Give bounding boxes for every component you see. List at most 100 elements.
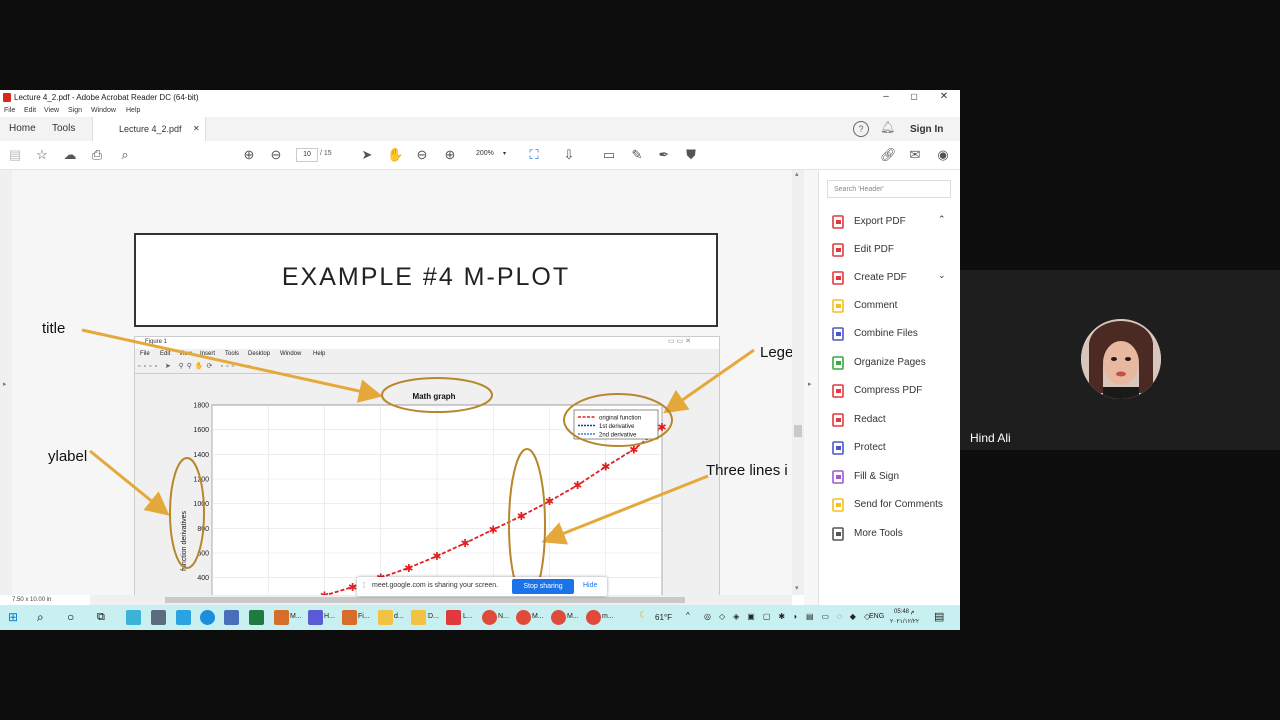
sign-in-button[interactable]: Sign In — [910, 124, 943, 135]
close-window-button[interactable]: ✕ — [930, 91, 958, 104]
drag-handle-icon[interactable]: ⁞ — [363, 581, 365, 590]
menu-edit[interactable]: Edit — [24, 107, 36, 114]
zoom-out-icon[interactable]: ⊖ — [414, 147, 430, 163]
fig-menu-insert[interactable]: Insert — [200, 351, 215, 357]
chrome-icon-3[interactable] — [551, 610, 566, 625]
tool-comment[interactable]: Comment — [831, 296, 959, 316]
comment-icon[interactable]: ▭ — [601, 147, 617, 163]
sign-icon[interactable]: ✒ — [656, 147, 672, 163]
search-zoom-icon[interactable]: ⌕ — [117, 147, 133, 163]
matlab-icon[interactable] — [274, 610, 289, 625]
menu-sign[interactable]: Sign — [68, 107, 82, 114]
windows-start-icon[interactable]: ⊞ — [8, 610, 23, 625]
folder-icon[interactable] — [378, 610, 393, 625]
close-tab-icon[interactable]: ✕ — [193, 124, 200, 133]
chrome-icon-4[interactable] — [586, 610, 601, 625]
tool-protect[interactable]: Protect — [831, 438, 959, 458]
print-icon[interactable]: ⎙ — [89, 147, 105, 163]
task-view-icon[interactable]: ⧉ — [97, 610, 112, 625]
calculator-icon[interactable] — [151, 610, 166, 625]
tool-create-pdf[interactable]: Create PDF ⌄ — [831, 268, 959, 288]
expand-chevron-icon[interactable]: ⌃ — [938, 214, 946, 225]
clock-time[interactable]: 05:48 م — [894, 608, 914, 615]
tray-chevron-icon[interactable]: ^ — [686, 611, 690, 620]
fig-menu-file[interactable]: File — [140, 351, 150, 357]
store-icon[interactable] — [176, 610, 191, 625]
language-indicator[interactable]: ENG — [869, 613, 884, 620]
select-cursor-icon[interactable]: ➤ — [359, 147, 375, 163]
hand-tool-icon[interactable]: ✋ — [387, 147, 403, 163]
star-icon[interactable]: ☆ — [34, 147, 50, 163]
tool-export-pdf[interactable]: Export PDF ⌃ — [831, 212, 959, 232]
tools-search-input[interactable]: Search 'Header' — [827, 180, 951, 198]
stamp-icon[interactable]: ⛊ — [683, 147, 699, 163]
share-link-icon[interactable]: 🔗︎ — [880, 147, 897, 163]
tool-combine-files[interactable]: Combine Files — [831, 324, 959, 344]
tab-document[interactable]: Lecture 4_2.pdf ✕ — [92, 117, 206, 141]
stop-sharing-button[interactable]: Stop sharing — [512, 579, 574, 594]
fig-menu-edit[interactable]: Edit — [160, 351, 170, 357]
menu-help[interactable]: Help — [126, 107, 140, 114]
hide-share-bar-button[interactable]: Hide — [583, 582, 597, 589]
help-app-icon[interactable] — [308, 610, 323, 625]
figure-toolbar[interactable]: ▫▫▫▫ ➤ ⚲⚲✋⟳ ▫▫▫ ▫▫ — [135, 362, 719, 374]
fig-menu-window[interactable]: Window — [280, 351, 301, 357]
tool-compress-pdf[interactable]: Compress PDF — [831, 381, 959, 401]
clock-date[interactable]: ٢٠٢١/١٢/٢٢ — [890, 618, 919, 625]
expand-chevron-icon[interactable]: ⌄ — [938, 270, 946, 281]
collapse-pane-icon[interactable]: ▸ — [808, 380, 812, 388]
hscroll-thumb[interactable] — [165, 597, 685, 603]
scroll-mode-icon[interactable]: ⇩ — [561, 147, 577, 163]
upload-cloud-icon[interactable]: ☁ — [62, 147, 78, 163]
tool-fill-sign[interactable]: Fill & Sign — [831, 467, 959, 487]
figure-window-controls[interactable]: ▭ ▭ ✕ — [668, 337, 691, 345]
previous-page-icon[interactable]: ⊕ — [241, 147, 257, 163]
zoom-in-icon[interactable]: ⊕ — [442, 147, 458, 163]
tool-redact[interactable]: Redact — [831, 410, 959, 430]
notifications-icon[interactable]: ▤ — [934, 610, 944, 623]
pen-icon[interactable]: ✎ — [629, 147, 645, 163]
tool-more-tools[interactable]: More Tools — [831, 524, 959, 544]
fig-menu-help[interactable]: Help — [313, 351, 325, 357]
vertical-scrollbar[interactable]: ▴ ▾ — [792, 170, 804, 595]
email-icon[interactable]: ✉ — [907, 147, 923, 163]
zoom-select[interactable]: 200% ▾ — [470, 148, 512, 160]
document-viewport[interactable]: EXAMPLE #4 M-PLOT Figure 1 ▭ ▭ ✕ File Ed… — [12, 170, 804, 598]
app-icon-1[interactable] — [126, 610, 141, 625]
minimize-button[interactable]: – — [872, 91, 900, 104]
tool-send-for-comments[interactable]: Send for Comments — [831, 495, 959, 515]
chrome-icon-2[interactable] — [516, 610, 531, 625]
app-icon-2[interactable] — [224, 610, 239, 625]
fig-menu-tools[interactable]: Tools — [225, 351, 239, 357]
chrome-icon-1[interactable] — [482, 610, 497, 625]
figure-app-icon[interactable] — [342, 610, 357, 625]
scroll-thumb[interactable] — [794, 425, 802, 437]
tab-tools[interactable]: Tools — [52, 123, 75, 134]
cortana-icon[interactable]: ○ — [67, 610, 82, 625]
fig-menu-desktop[interactable]: Desktop — [248, 351, 270, 357]
menu-view[interactable]: View — [44, 107, 59, 114]
search-icon[interactable]: ⌕ — [37, 610, 52, 625]
excel-icon[interactable] — [249, 610, 264, 625]
menu-file[interactable]: File — [4, 107, 15, 114]
fit-page-icon[interactable]: ⛶ — [526, 147, 542, 163]
scroll-down-icon[interactable]: ▾ — [795, 584, 799, 592]
edge-browser-icon[interactable] — [200, 610, 215, 625]
account-icon[interactable]: ◉ — [935, 147, 951, 163]
maximize-button[interactable]: ▢ — [900, 92, 928, 105]
fig-menu-view[interactable]: View — [179, 351, 192, 357]
menu-window[interactable]: Window — [91, 107, 116, 114]
tool-edit-pdf[interactable]: Edit PDF — [831, 240, 959, 260]
bell-icon[interactable]: 🔔︎ — [880, 120, 895, 134]
save-icon[interactable]: ▤ — [7, 147, 23, 163]
tray-icons[interactable]: ◎◇◈▣▢✱◗▤▭◌◆◇ — [704, 612, 878, 621]
page-number-input[interactable]: 10 — [296, 148, 318, 162]
scroll-up-icon[interactable]: ▴ — [795, 170, 799, 178]
tool-organize-pages[interactable]: Organize Pages — [831, 353, 959, 373]
acrobat-taskbar-icon[interactable] — [446, 610, 461, 625]
next-page-icon[interactable]: ⊖ — [268, 147, 284, 163]
weather-temp[interactable]: 61°F — [655, 613, 672, 622]
folder-icon-2[interactable] — [411, 610, 426, 625]
expand-left-icon[interactable]: ▸ — [3, 380, 7, 388]
help-icon[interactable]: ? — [853, 121, 869, 137]
